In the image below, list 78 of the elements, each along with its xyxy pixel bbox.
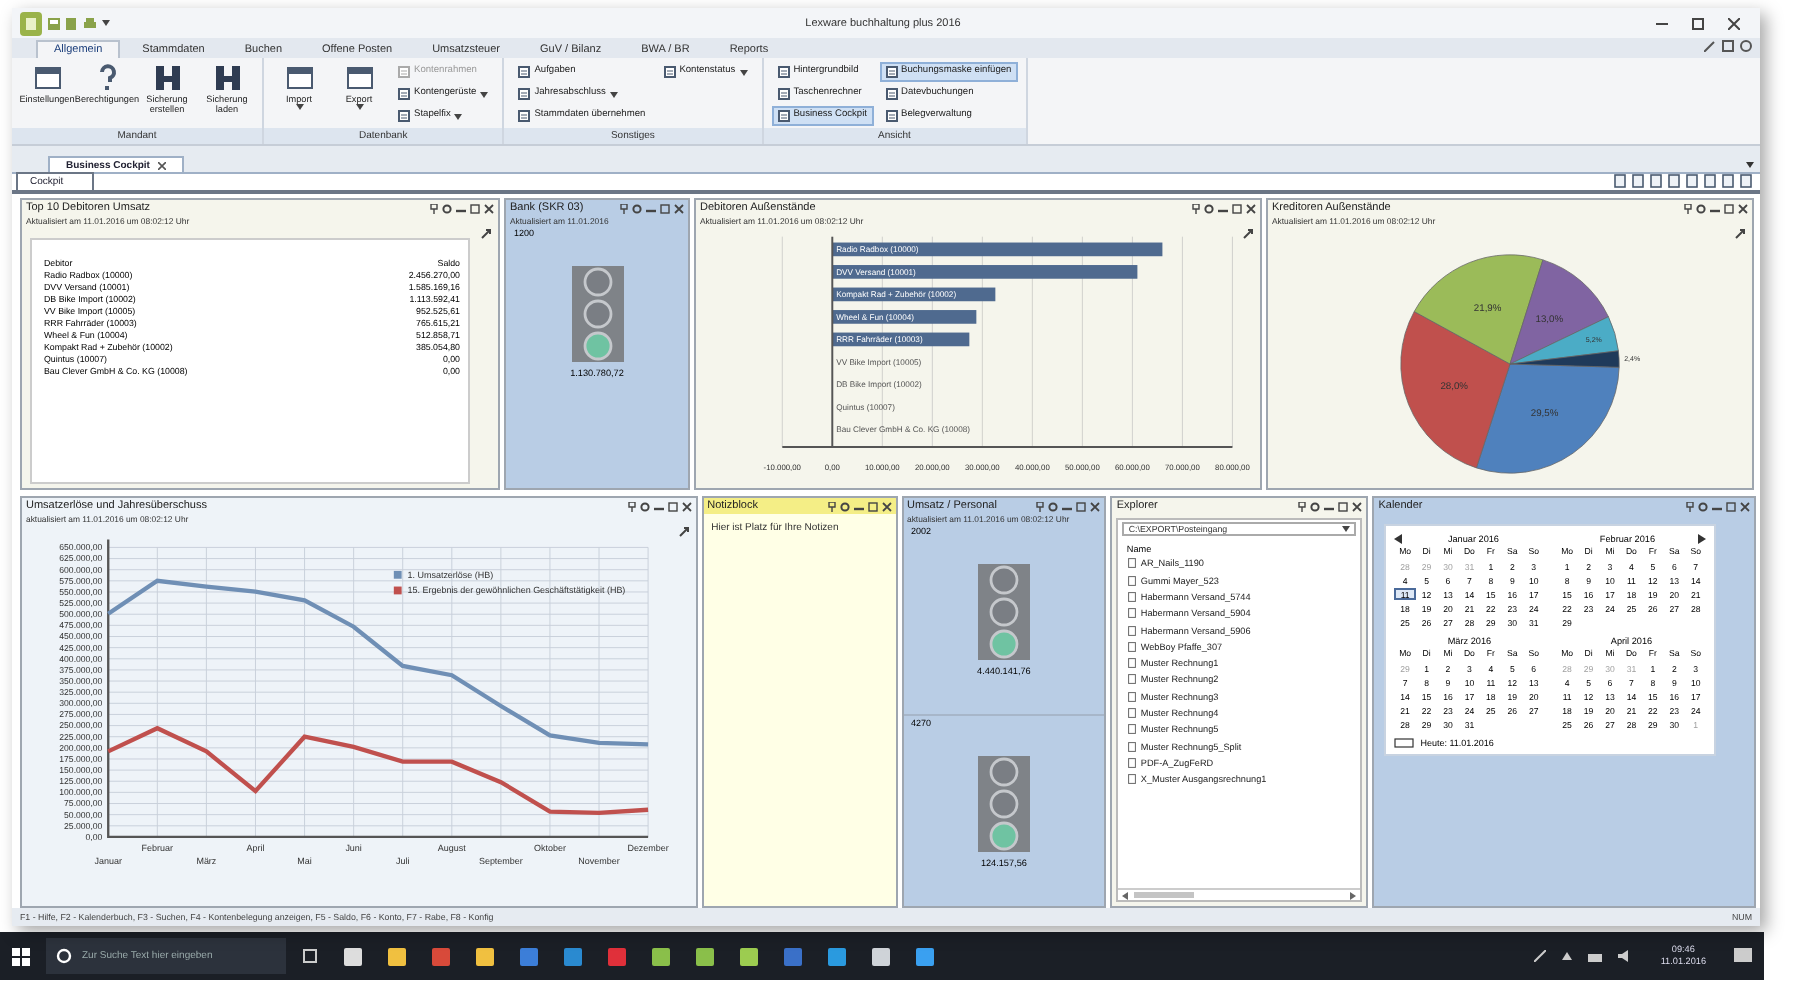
refresh-icon[interactable]: [1242, 228, 1254, 241]
minimize-icon[interactable]: [1656, 17, 1668, 30]
list-icon: [518, 66, 531, 79]
scrollbar[interactable]: [1118, 888, 1361, 901]
taskbar-app-icon[interactable]: [916, 947, 934, 965]
refresh-icon[interactable]: [480, 228, 492, 241]
window-icon[interactable]: [1076, 501, 1087, 512]
refresh-icon[interactable]: [677, 526, 690, 539]
caret-icon: [609, 91, 618, 98]
taskbar-app-icon[interactable]: [652, 947, 670, 965]
taskbar-app-icon[interactable]: [696, 947, 714, 965]
today-icon: [1394, 738, 1415, 749]
taskbar-app-icon[interactable]: [344, 947, 362, 965]
save-icon[interactable]: [48, 17, 60, 30]
list-icon: [777, 110, 790, 123]
start-icon[interactable]: [12, 947, 30, 965]
list-icon: [885, 66, 897, 79]
close-icon[interactable]: [681, 501, 692, 512]
window-icon[interactable]: [470, 203, 480, 214]
close-icon[interactable]: [881, 501, 891, 512]
window-icon: [285, 64, 313, 93]
next-icon[interactable]: [1698, 534, 1707, 545]
window-icon[interactable]: [1232, 203, 1242, 214]
taskbar-app-icon[interactable]: [828, 947, 846, 965]
list-icon: [777, 66, 790, 79]
caret-icon: [355, 104, 363, 111]
close-icon[interactable]: [1738, 203, 1748, 214]
window-icon[interactable]: [1338, 501, 1349, 512]
caret-icon: [739, 69, 748, 76]
close-icon[interactable]: [1246, 203, 1256, 214]
right-arrow-icon[interactable]: [1350, 891, 1357, 900]
taskbar-app-icon[interactable]: [476, 947, 494, 965]
notification-icon[interactable]: [1734, 947, 1752, 965]
list-icon: [518, 88, 531, 101]
close-icon[interactable]: [1352, 501, 1363, 512]
window-icon[interactable]: [867, 501, 877, 512]
list-icon: [518, 110, 531, 123]
caret-icon[interactable]: [1746, 162, 1754, 169]
previous-icon[interactable]: [1394, 534, 1403, 545]
maximize-icon[interactable]: [1692, 17, 1704, 30]
list-icon: [777, 88, 790, 101]
close-icon[interactable]: [484, 203, 494, 214]
window-icon[interactable]: [1726, 501, 1736, 512]
close-icon[interactable]: [1728, 17, 1740, 30]
caret-icon: [1342, 526, 1351, 533]
list-icon: [398, 110, 410, 123]
floppy-icon: [213, 64, 241, 93]
close-icon[interactable]: [157, 161, 166, 170]
print-icon[interactable]: [84, 17, 96, 30]
close-icon[interactable]: [1740, 501, 1750, 512]
taskbar-app-icon[interactable]: [388, 947, 406, 965]
volume-icon[interactable]: [1618, 950, 1633, 962]
list-icon: [398, 66, 410, 79]
close-icon[interactable]: [1090, 501, 1101, 512]
window-icon[interactable]: [1724, 203, 1734, 214]
caret-icon: [102, 20, 110, 27]
window-icon: [33, 64, 61, 93]
window-icon[interactable]: [660, 203, 670, 214]
caret-icon: [295, 104, 303, 111]
document-icon[interactable]: [66, 17, 78, 30]
task-view-icon[interactable]: [302, 948, 318, 964]
list-icon: [398, 88, 410, 101]
list-icon: [885, 88, 897, 101]
caret-icon: [480, 91, 489, 98]
left-arrow-icon[interactable]: [1122, 891, 1129, 900]
floppy-icon: [153, 64, 181, 93]
refresh-icon[interactable]: [1734, 228, 1746, 241]
window-icon[interactable]: [667, 501, 678, 512]
caret-icon[interactable]: [1562, 952, 1573, 960]
window-icon: [345, 64, 373, 93]
pen-icon[interactable]: [1704, 40, 1716, 53]
close-icon[interactable]: [674, 203, 684, 214]
caret-icon: [454, 113, 463, 120]
cortana-icon: [56, 948, 72, 964]
taskbar-app-icon[interactable]: [872, 947, 890, 965]
list-icon: [663, 66, 676, 79]
taskbar-app-icon[interactable]: [740, 947, 758, 965]
list-icon: [885, 110, 897, 123]
